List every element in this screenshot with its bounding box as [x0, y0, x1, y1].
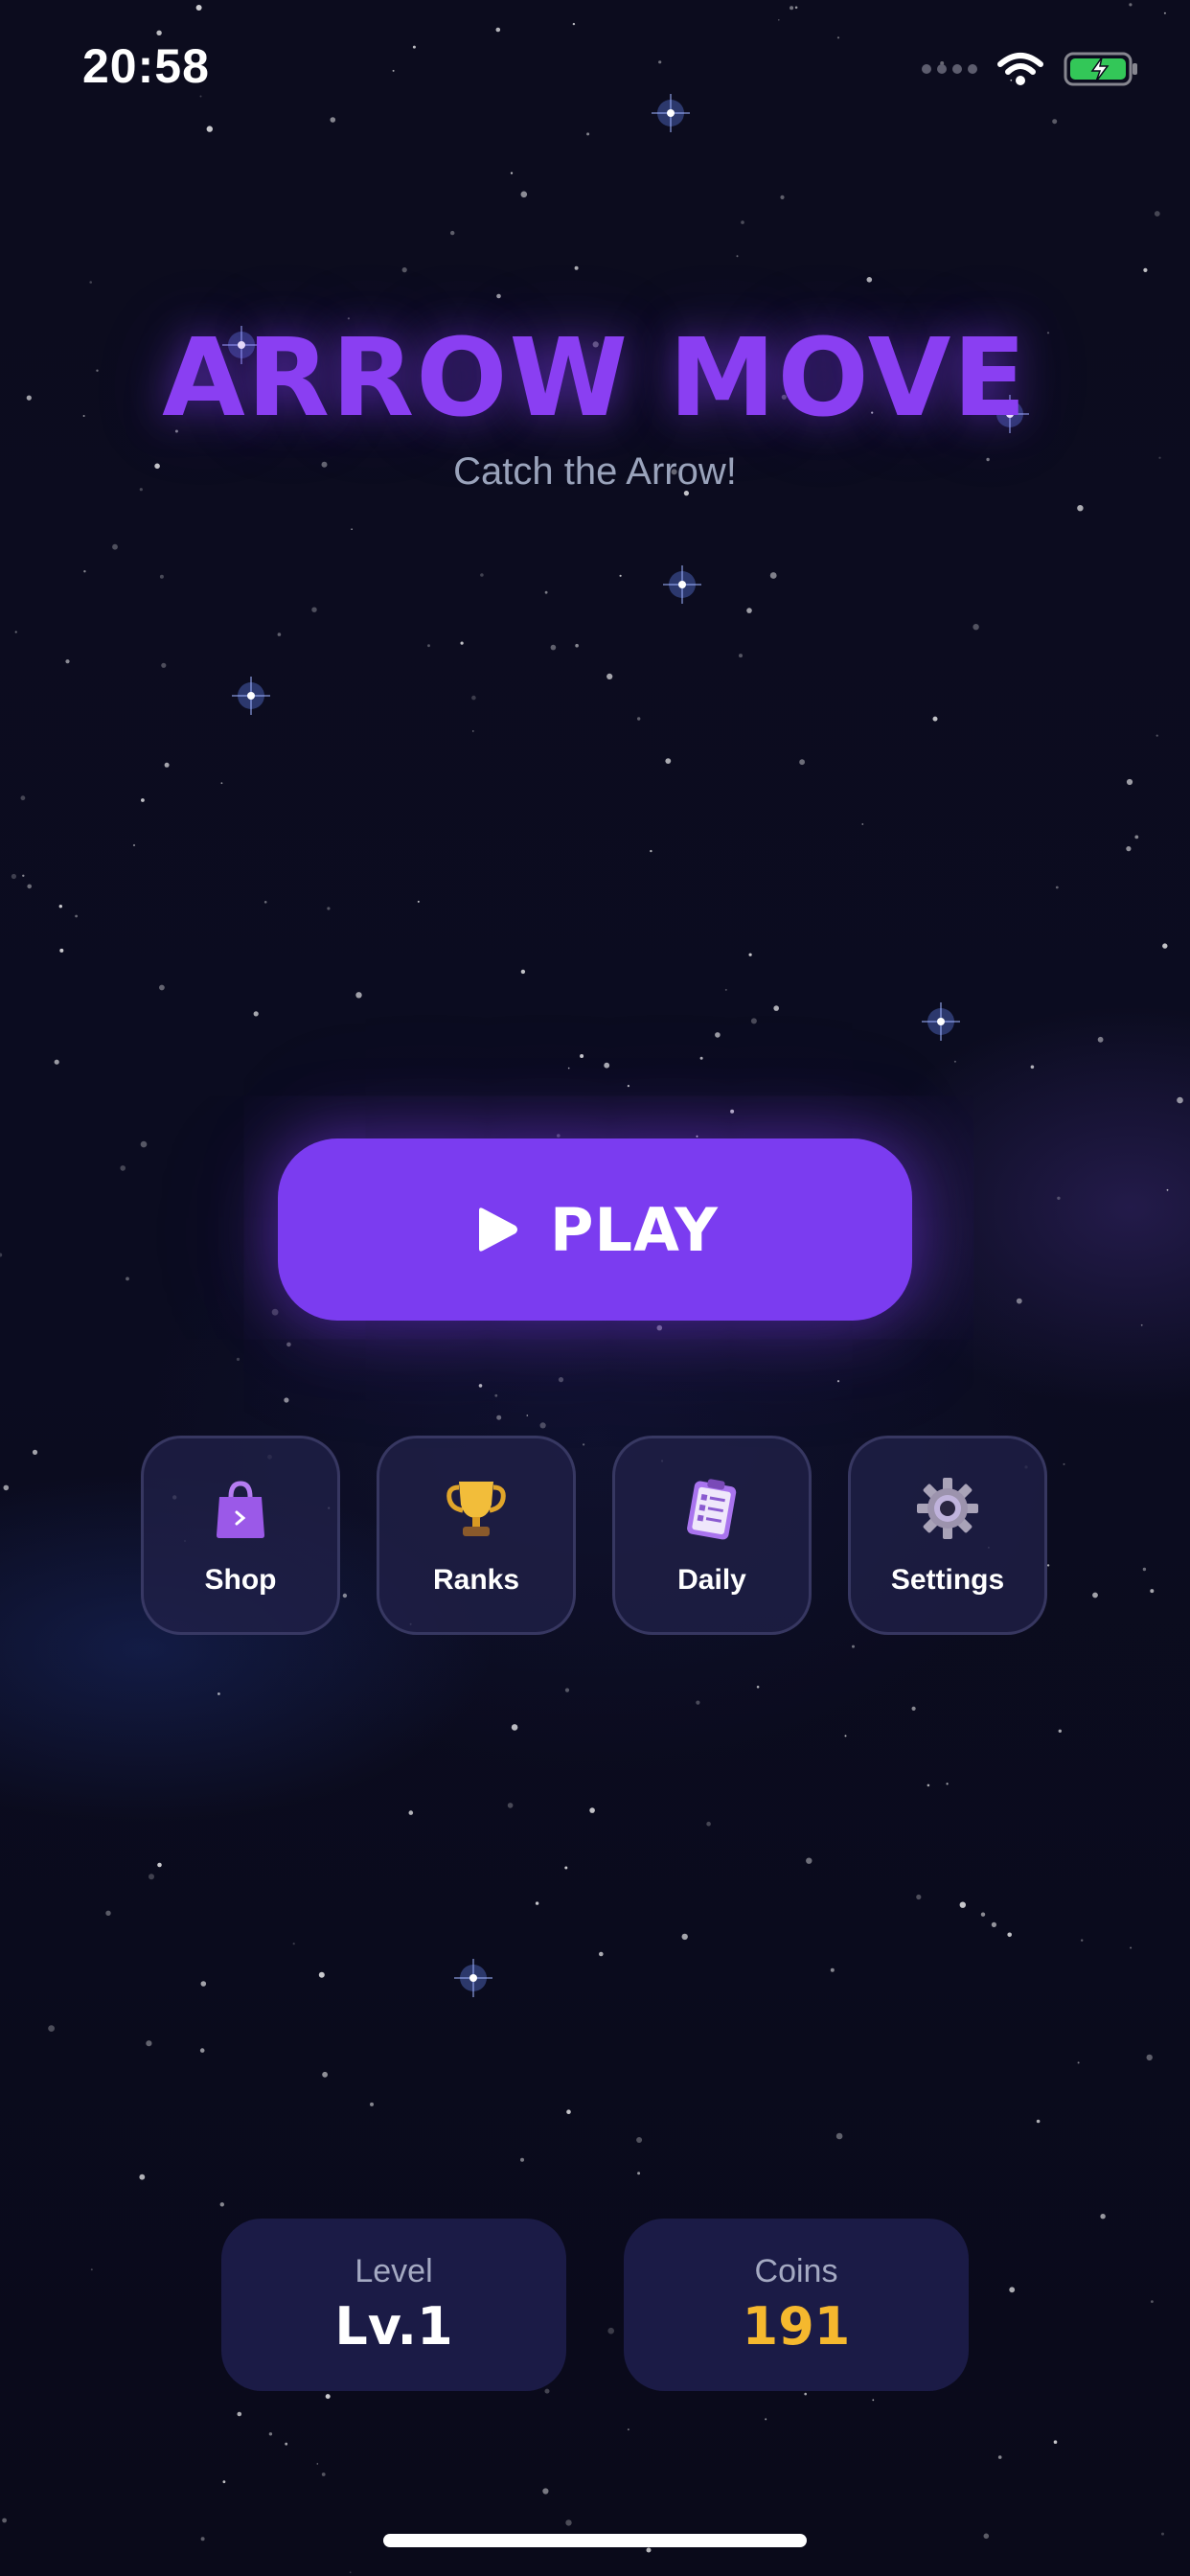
home-indicator[interactable] — [383, 2534, 807, 2547]
play-button-label: PLAY — [550, 1194, 719, 1265]
clipboard-checklist-icon — [687, 1479, 737, 1540]
shopping-bag-icon — [217, 1481, 264, 1538]
settings-label: Settings — [890, 1564, 1005, 1596]
status-icons — [922, 50, 1140, 88]
signal-dots-icon — [922, 64, 977, 74]
wifi-icon — [997, 53, 1043, 85]
game-home-screen: 20:58 ARROW MOVE Catch the Arrow! PLAY S… — [0, 0, 1190, 2576]
play-icon — [479, 1208, 518, 1252]
ranks-label: Ranks — [432, 1564, 520, 1596]
game-title: ARROW MOVE — [162, 316, 1028, 441]
status-time: 20:58 — [82, 39, 210, 93]
gear-icon — [917, 1478, 978, 1539]
settings-button[interactable]: Settings — [848, 1436, 1047, 1635]
daily-button[interactable]: Daily — [612, 1436, 812, 1635]
coins-value: 191 — [742, 2296, 851, 2357]
level-label: Level — [355, 2253, 433, 2289]
daily-label: Daily — [677, 1564, 746, 1596]
battery-charging-icon — [1064, 52, 1137, 86]
play-button[interactable]: PLAY — [278, 1138, 912, 1321]
ranks-button[interactable]: Ranks — [377, 1436, 576, 1635]
shop-button[interactable]: Shop — [141, 1436, 340, 1635]
menu-row: Shop Ranks Daily Settings — [141, 1436, 1047, 1635]
coins-card: Coins 191 — [624, 2219, 969, 2391]
game-subtitle: Catch the Arrow! — [453, 450, 737, 493]
trophy-icon — [446, 1482, 506, 1536]
level-value: Lv.1 — [334, 2296, 453, 2357]
coins-label: Coins — [754, 2253, 838, 2289]
level-card: Level Lv.1 — [221, 2219, 566, 2391]
shop-label: Shop — [204, 1564, 277, 1596]
